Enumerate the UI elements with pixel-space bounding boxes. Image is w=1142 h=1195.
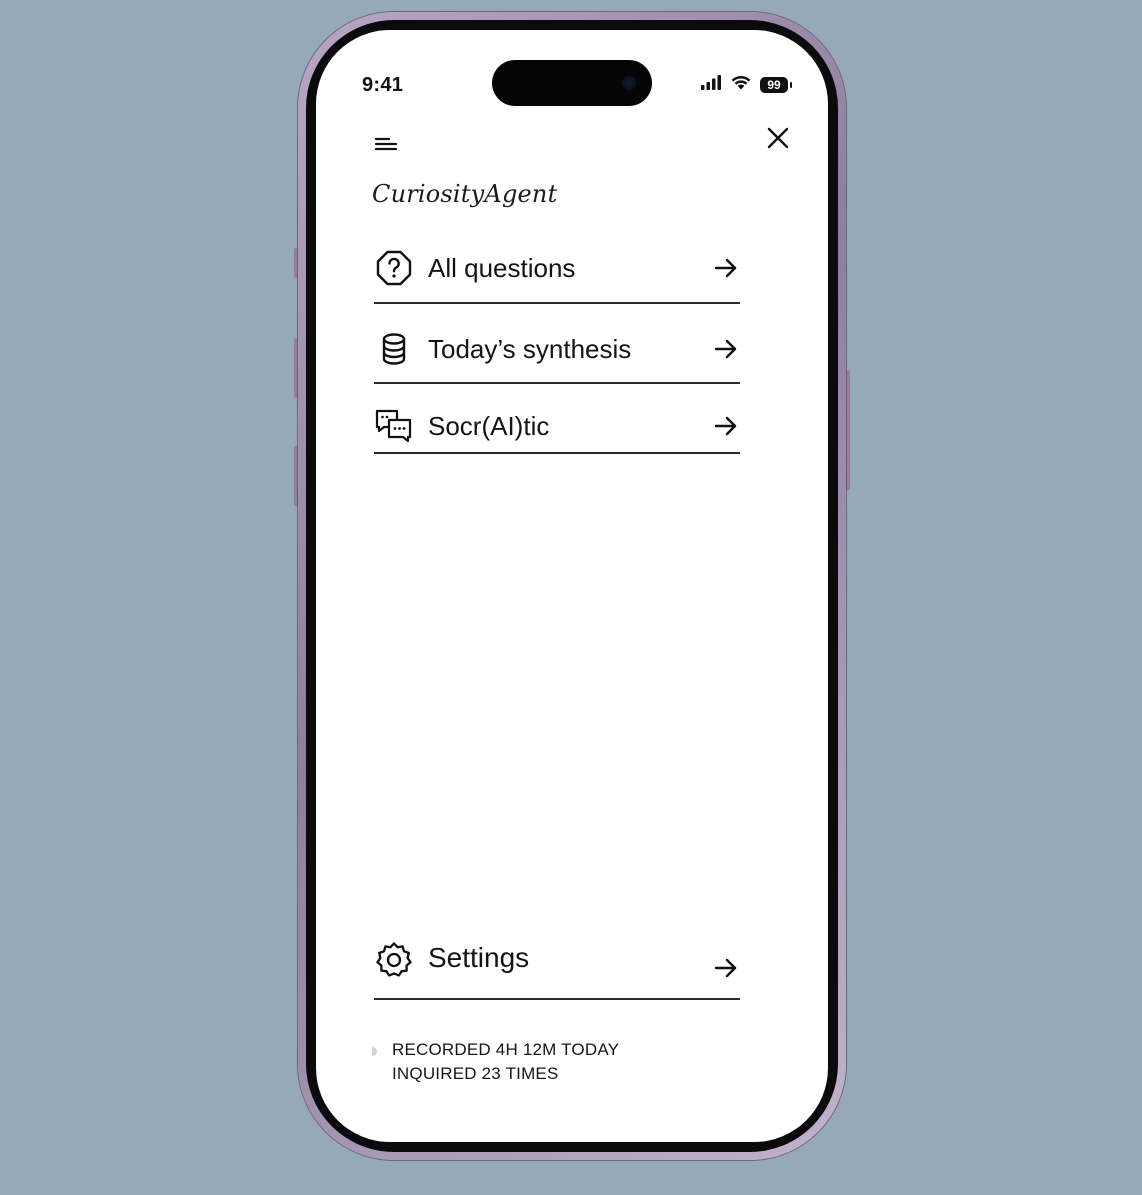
phone-screen: 9:41 99 CuriosityAgent All questions Tod…: [316, 30, 828, 1142]
phone-frame: 9:41 99 CuriosityAgent All questions Tod…: [298, 12, 846, 1160]
arrow-right-icon: [712, 954, 740, 982]
stats-lines: RECORDED 4H 12M TODAY INQUIRED 23 TIMES: [392, 1038, 619, 1086]
status-time: 9:41: [362, 74, 404, 96]
status-indicators: 99: [700, 74, 792, 95]
close-button[interactable]: [764, 124, 792, 152]
menu-button[interactable]: [372, 130, 400, 158]
usage-stats: RECORDED 4H 12M TODAY INQUIRED 23 TIMES: [372, 1038, 619, 1086]
wifi-icon: [730, 74, 752, 95]
arrow-right-icon: [712, 335, 740, 363]
recording-indicator: [372, 1047, 377, 1056]
stage: 9:41 99 CuriosityAgent All questions Tod…: [0, 0, 1142, 1195]
nav-item-label: Socr(AI)tic: [428, 410, 550, 441]
nav-item-all-questions[interactable]: All questions: [374, 248, 740, 304]
inquired-count-stat: INQUIRED 23 TIMES: [392, 1064, 559, 1083]
nav-item-label: Today’s synthesis: [428, 333, 632, 364]
database-icon: [374, 329, 414, 369]
dynamic-island: [492, 60, 652, 106]
menu-icon: [372, 137, 400, 162]
chat-bubbles-icon: [374, 406, 414, 446]
nav-item-settings[interactable]: Settings: [374, 938, 740, 1000]
recorded-time-stat: RECORDED 4H 12M TODAY: [392, 1040, 620, 1059]
arrow-right-icon: [712, 254, 740, 282]
nav-item-socraitic[interactable]: Socr(AI)tic: [374, 404, 740, 454]
battery-icon: 99: [760, 76, 792, 93]
gear-icon: [374, 940, 414, 980]
nav-item-label: Settings: [428, 942, 530, 973]
close-icon: [764, 127, 792, 156]
nav-item-label: All questions: [428, 252, 576, 283]
question-octagon-icon: [374, 248, 414, 288]
signal-icon: [700, 74, 722, 95]
arrow-right-icon: [712, 412, 740, 440]
nav-item-todays-synthesis[interactable]: Today’s synthesis: [374, 326, 740, 384]
brand-title: CuriosityAgent: [372, 180, 558, 208]
front-camera: [622, 76, 636, 90]
